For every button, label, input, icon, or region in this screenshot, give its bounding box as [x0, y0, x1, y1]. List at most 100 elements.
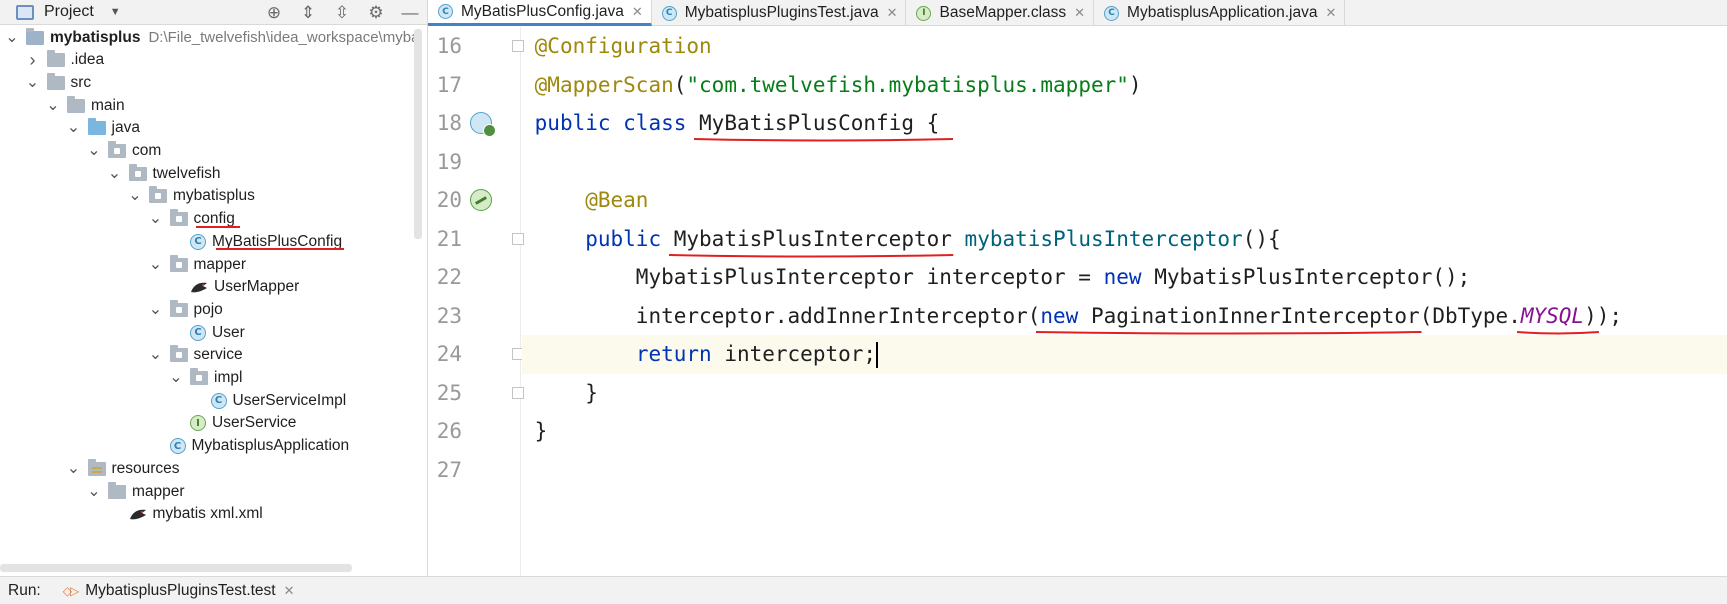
code-line[interactable]: }: [522, 374, 1727, 413]
chevron-down-icon[interactable]: ⌄: [86, 143, 102, 159]
code-token: mybatisPlusInterceptor: [964, 226, 1243, 251]
spring-config-gutter-icon[interactable]: [470, 112, 496, 137]
tree-item-com[interactable]: ⌄ com: [86, 139, 161, 164]
code-line[interactable]: MybatisPlusInterceptor interceptor = new…: [522, 258, 1727, 297]
code-line[interactable]: [522, 143, 1727, 182]
tree-item-label: .idea: [70, 51, 105, 69]
tree-item-mybatisplus[interactable]: ⌄ mybatisplus D:\File_twelvefish\idea_work…: [4, 25, 419, 50]
code-line[interactable]: @Bean: [522, 181, 1727, 220]
close-icon[interactable]: ✕: [1074, 5, 1085, 21]
tree-item-usermapper[interactable]: UserMapper: [168, 275, 299, 300]
red-annotation-underline: [195, 225, 240, 228]
chevron-down-icon[interactable]: ⌄: [25, 74, 41, 90]
locate-file-icon[interactable]: ⊕: [264, 3, 284, 23]
tree-item--idea[interactable]: › .idea: [25, 48, 105, 73]
code-line[interactable]: @MapperScan("com.twelvefish.mybatisplus.…: [522, 66, 1727, 105]
tree-item-twelvefish[interactable]: ⌄ twelvefish: [107, 161, 221, 186]
tree-item-java[interactable]: ⌄ java: [66, 116, 140, 141]
tree-item-main[interactable]: ⌄ main: [45, 93, 125, 118]
editor-tab-mybatispluspluginstest-java[interactable]: C MybatisplusPluginsTest.java ✕: [652, 0, 907, 26]
chevron-right-icon[interactable]: ›: [25, 50, 41, 71]
line-number: 23: [436, 303, 462, 328]
tree-item-user[interactable]: C User: [168, 320, 245, 345]
spring-bean-gutter-icon[interactable]: [470, 189, 492, 211]
close-icon[interactable]: ✕: [887, 5, 898, 21]
chevron-down-icon[interactable]: ▼: [110, 6, 121, 18]
chevron-down-icon[interactable]: ⌄: [107, 165, 123, 181]
chevron-down-icon[interactable]: ⌄: [148, 347, 164, 363]
tab-label: MybatisplusPluginsTest.java: [684, 4, 879, 21]
chevron-down-icon[interactable]: ⌄: [86, 483, 102, 499]
tree-item-mybatis-xml-xml[interactable]: mybatis xml.xml: [107, 502, 263, 527]
interface-icon: I: [190, 415, 206, 432]
code-line[interactable]: [522, 451, 1727, 490]
code-line[interactable]: @Configuration: [522, 27, 1727, 66]
tree-item-mybatisplusapplication[interactable]: C MybatisplusApplication: [148, 434, 349, 459]
run-config-tab[interactable]: MybatisplusPluginsTest.test: [85, 582, 275, 600]
code-token: MybatisPlusInterceptor();: [1154, 265, 1471, 289]
tree-item-label: mapper: [132, 482, 185, 500]
project-view-title[interactable]: Project: [44, 3, 94, 21]
class-icon: C: [210, 392, 227, 409]
tree-item-pojo[interactable]: ⌄ pojo: [148, 297, 223, 322]
code-token: (){: [1242, 226, 1281, 251]
editor-tab-mybatisplusapplication-java[interactable]: C MybatisplusApplication.java ✕: [1094, 0, 1346, 26]
tree-item-mybatisplus[interactable]: ⌄ mybatisplus: [127, 184, 255, 209]
tree-item-mapper[interactable]: ⌄ mapper: [148, 252, 246, 277]
tree-item-userserviceimpl[interactable]: C UserServiceImpl: [189, 388, 346, 413]
code-editor[interactable]: 16 17 18 19 20 21 22 23 24 25 26 27 @Configuration …: [428, 27, 1727, 576]
line-number: 24: [436, 342, 462, 366]
code-token: @Bean: [585, 188, 649, 212]
module-folder-icon: [26, 27, 44, 45]
red-annotation-underline: [216, 248, 344, 251]
chevron-down-icon[interactable]: ⌄: [148, 211, 164, 227]
app-class-icon: C: [1104, 5, 1120, 21]
tree-item-config[interactable]: ⌄ config: [148, 207, 235, 232]
run-config-icon: ◇▷: [62, 583, 80, 598]
tree-item-service[interactable]: ⌄ service: [148, 343, 243, 368]
project-toolbar: ⊕ ⇕ ⇳ ⚙ —: [264, 0, 420, 25]
chevron-down-icon[interactable]: ⌄: [66, 460, 82, 476]
expand-all-icon[interactable]: ⇕: [298, 3, 318, 23]
editor-tab-basemapper-class[interactable]: I BaseMapper.class ✕: [906, 0, 1095, 26]
project-vertical-scrollbar[interactable]: [414, 29, 422, 239]
chevron-down-icon[interactable]: ⌄: [45, 97, 61, 113]
editor-tab-bar: C MyBatisPlusConfig.java ✕ C MybatisplusPlug…: [428, 0, 1727, 26]
tree-item-label: UserService: [212, 414, 297, 432]
folder-icon: [46, 50, 65, 68]
chevron-down-icon[interactable]: ⌄: [148, 301, 164, 317]
chevron-down-icon[interactable]: ⌄: [127, 188, 143, 204]
package-icon: [169, 299, 188, 317]
tree-item-label: resources: [111, 459, 180, 477]
code-line[interactable]: return interceptor;: [522, 335, 1727, 374]
tree-item-mapper[interactable]: ⌄ mapper: [86, 479, 185, 504]
close-icon[interactable]: ✕: [284, 583, 295, 599]
code-area[interactable]: @Configuration @MapperScan("com.twelvefi…: [522, 27, 1727, 576]
tree-item-label: src: [70, 73, 92, 91]
project-horizontal-scrollbar[interactable]: [0, 564, 352, 572]
code-token: public class: [534, 111, 700, 135]
chevron-down-icon[interactable]: ⌄: [4, 29, 20, 45]
tree-item-userservice[interactable]: I UserService: [168, 411, 296, 436]
folder-icon: [108, 481, 126, 499]
chevron-down-icon[interactable]: ⌄: [66, 120, 82, 136]
line-number: 20: [436, 188, 462, 212]
gear-icon[interactable]: ⚙: [366, 3, 386, 23]
collapse-all-icon[interactable]: ⇳: [332, 3, 352, 23]
chevron-down-icon[interactable]: ⌄: [168, 370, 184, 386]
tree-item-label: mybatis xml.xml: [152, 505, 263, 523]
chevron-down-icon[interactable]: ⌄: [148, 256, 164, 272]
hide-panel-icon[interactable]: —: [400, 3, 420, 23]
close-icon[interactable]: ✕: [1325, 5, 1336, 21]
tree-item-src[interactable]: ⌄ src: [25, 70, 92, 95]
tree-item-resources[interactable]: ⌄ resources: [66, 456, 180, 481]
close-icon[interactable]: ✕: [632, 4, 643, 20]
tree-item-mybatisplusconfig[interactable]: C MyBatisPlusConfig: [168, 229, 342, 254]
editor-tab-mybatisplusconfig-java[interactable]: C MyBatisPlusConfig.java ✕: [428, 0, 652, 26]
code-line[interactable]: }: [522, 412, 1727, 451]
tree-item-impl[interactable]: ⌄ impl: [168, 366, 242, 391]
